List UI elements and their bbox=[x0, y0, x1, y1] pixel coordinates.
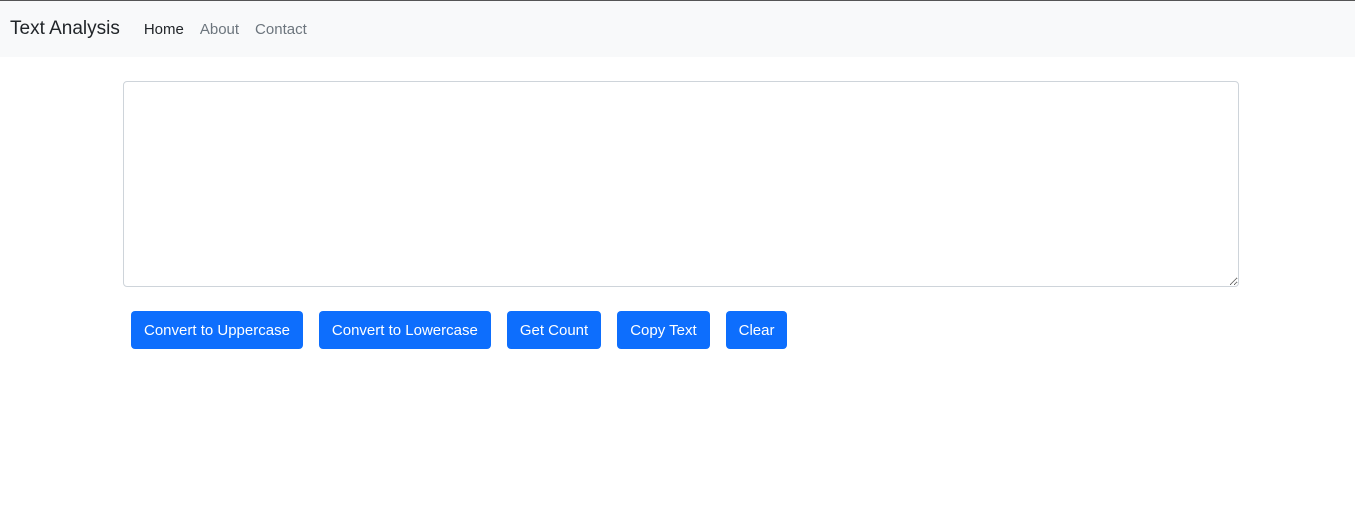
uppercase-button[interactable]: Convert to Uppercase bbox=[131, 311, 303, 349]
copy-text-button[interactable]: Copy Text bbox=[617, 311, 710, 349]
button-row: Convert to Uppercase Convert to Lowercas… bbox=[123, 311, 1355, 349]
nav-link-home[interactable]: Home bbox=[144, 21, 184, 38]
lowercase-button[interactable]: Convert to Lowercase bbox=[318, 311, 491, 349]
nav-link-about[interactable]: About bbox=[200, 21, 239, 38]
nav-link-contact[interactable]: Contact bbox=[255, 21, 307, 38]
navbar: Text Analysis Home About Contact bbox=[0, 1, 1355, 57]
main-container: Convert to Uppercase Convert to Lowercas… bbox=[0, 57, 1355, 349]
clear-button[interactable]: Clear bbox=[725, 311, 788, 349]
text-input[interactable] bbox=[123, 81, 1239, 287]
get-count-button[interactable]: Get Count bbox=[506, 311, 602, 349]
brand-link[interactable]: Text Analysis bbox=[10, 18, 120, 40]
